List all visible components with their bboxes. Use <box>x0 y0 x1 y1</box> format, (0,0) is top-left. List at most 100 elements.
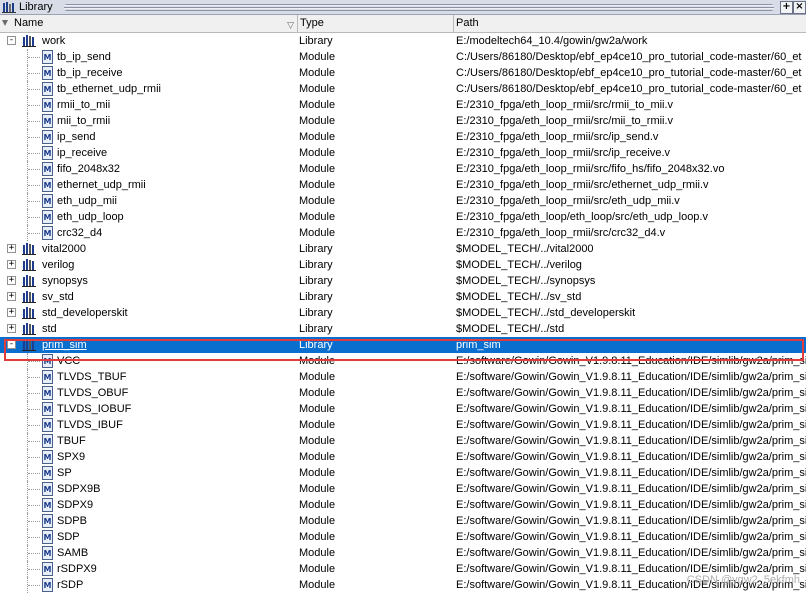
library-row[interactable]: + std_developerskit Library $MODEL_TECH/../… <box>0 305 806 321</box>
type-cell: Module <box>299 387 336 399</box>
expand-icon[interactable]: + <box>7 260 16 269</box>
library-name: prim_sim <box>42 339 87 351</box>
path-cell: E:/software/Gowin/Gowin_V1.9.8.11_Educat… <box>456 531 806 543</box>
name-cell: MrSDPX9 <box>0 561 296 577</box>
module-row[interactable]: M SDP Module E:/software/Gowin/Gowin_V1.9.8… <box>0 529 806 545</box>
type-cell: Library <box>299 339 333 351</box>
library-row[interactable]: + std Library $MODEL_TECH/../std <box>0 321 806 337</box>
module-row[interactable]: Mfifo_2048x32 Module E:/2310_fpga/eth_loop… <box>0 161 806 177</box>
module-row[interactable]: Mip_receive Module E:/2310_fpga/eth_loop_r… <box>0 145 806 161</box>
module-row[interactable]: MrSDPX9 Module E:/software/Gowin/Gowin_V1.… <box>0 561 806 577</box>
column-header-path[interactable]: Path <box>454 15 806 32</box>
library-name: work <box>42 35 66 47</box>
module-row[interactable]: Methernet_udp_rmii Module E:/2310_fpga/eth… <box>0 177 806 193</box>
path-cell: C:/Users/86180/Desktop/ebf_ep4ce10_pro_t… <box>456 83 802 95</box>
library-row[interactable]: + verilog Library $MODEL_TECH/../verilog <box>0 257 806 273</box>
type-cell: Library <box>299 323 333 335</box>
library-icon <box>22 242 37 255</box>
module-name: tb_ethernet_udp_rmii <box>57 83 161 95</box>
expand-icon[interactable]: + <box>7 324 16 333</box>
svg-text:M: M <box>44 149 52 158</box>
module-icon: M <box>42 402 53 416</box>
collapse-icon[interactable]: - <box>7 36 16 45</box>
type-cell: Module <box>299 531 336 543</box>
library-tree[interactable]: - work Library E:/modeltech64_10.4/gowin/gw… <box>0 33 806 593</box>
library-row[interactable]: - prim_sim Library prim_sim <box>0 337 806 353</box>
close-icon[interactable]: × <box>793 1 806 14</box>
expand-icon[interactable]: + <box>7 292 16 301</box>
module-row[interactable]: M TBUF Module E:/software/Gowin/Gowin_V1.9.… <box>0 433 806 449</box>
module-row[interactable]: M SDPX9B Module E:/software/Gowin/Gowin_V1.… <box>0 481 806 497</box>
column-header-type[interactable]: Type <box>298 15 454 32</box>
type-cell: Module <box>299 163 336 175</box>
type-cell: Module <box>299 451 336 463</box>
name-cell: M SDPX9B <box>0 481 296 497</box>
module-icon: M <box>42 98 53 112</box>
module-row[interactable]: Mcrc32_d4 Module E:/2310_fpga/eth_loop_rmi… <box>0 225 806 241</box>
expand-icon[interactable]: + <box>7 308 16 317</box>
module-row[interactable]: Meth_udp_mii Module E:/2310_fpga/eth_loop_… <box>0 193 806 209</box>
collapse-icon[interactable]: - <box>7 340 16 349</box>
module-name: rSDPX9 <box>57 563 97 575</box>
name-cell: Mip_send <box>0 129 296 145</box>
module-icon: M <box>42 498 53 512</box>
module-row[interactable]: M SP Module E:/software/Gowin/Gowin_V1.9.8.… <box>0 465 806 481</box>
svg-text:M: M <box>44 517 52 526</box>
module-icon: M <box>42 354 53 368</box>
name-cell: M VCC <box>0 353 296 369</box>
path-cell: E:/2310_fpga/eth_loop/eth_loop/src/eth_u… <box>456 211 708 223</box>
library-row[interactable]: + vital2000 Library $MODEL_TECH/../vital200… <box>0 241 806 257</box>
type-cell: Module <box>299 179 336 191</box>
library-title-bar[interactable]: Library + × <box>0 0 806 15</box>
name-cell: Mtb_ethernet_udp_rmii <box>0 81 296 97</box>
module-row[interactable]: M SDPB Module E:/software/Gowin/Gowin_V1.9.… <box>0 513 806 529</box>
module-row[interactable]: Mtb_ethernet_udp_rmii Module C:/Users/8618… <box>0 81 806 97</box>
module-icon: M <box>42 434 53 448</box>
module-row[interactable]: Mmii_to_rmii Module E:/2310_fpga/eth_loop_… <box>0 113 806 129</box>
path-cell: E:/software/Gowin/Gowin_V1.9.8.11_Educat… <box>456 419 806 431</box>
module-row[interactable]: M TLVDS_TBUF Module E:/software/Gowin/Gowin… <box>0 369 806 385</box>
module-name: SDPX9 <box>57 499 94 511</box>
library-row[interactable]: + synopsys Library $MODEL_TECH/../synopsys <box>0 273 806 289</box>
svg-text:M: M <box>44 181 52 190</box>
module-row[interactable]: Mtb_ip_send Module C:/Users/86180/Desktop/… <box>0 49 806 65</box>
path-cell: E:/software/Gowin/Gowin_V1.9.8.11_Educat… <box>456 515 806 527</box>
module-row[interactable]: M SAMB Module E:/software/Gowin/Gowin_V1.9.… <box>0 545 806 561</box>
module-row[interactable]: M TLVDS_IOBUF Module E:/software/Gowin/Gowi… <box>0 401 806 417</box>
type-cell: Library <box>299 35 333 47</box>
module-row[interactable]: M SDPX9 Module E:/software/Gowin/Gowin_V1.9… <box>0 497 806 513</box>
path-cell: E:/2310_fpga/eth_loop_rmii/src/fifo_hs/f… <box>456 163 725 175</box>
column-header-name[interactable]: Name ▽ <box>0 15 298 32</box>
module-name: SP <box>57 467 72 479</box>
module-row[interactable]: M VCC Module E:/software/Gowin/Gowin_V1.9.8… <box>0 353 806 369</box>
svg-text:M: M <box>44 101 52 110</box>
module-name: VCC <box>57 355 81 367</box>
module-row[interactable]: Mip_send Module E:/2310_fpga/eth_loop_rmii… <box>0 129 806 145</box>
expand-icon[interactable]: + <box>7 244 16 253</box>
type-cell: Module <box>299 515 336 527</box>
module-row[interactable]: Meth_udp_loop Module E:/2310_fpga/eth_loop… <box>0 209 806 225</box>
library-icon <box>22 274 37 287</box>
module-row[interactable]: M TLVDS_OBUF Module E:/software/Gowin/Gowin… <box>0 385 806 401</box>
module-name: rmii_to_mii <box>57 99 111 111</box>
drag-handle[interactable] <box>64 4 774 11</box>
module-icon: M <box>42 162 53 176</box>
library-row[interactable]: + sv_std Library $MODEL_TECH/../sv_std <box>0 289 806 305</box>
module-row[interactable]: Mtb_ip_receive Module C:/Users/86180/Deskt… <box>0 65 806 81</box>
module-row[interactable]: M TLVDS_IBUF Module E:/software/Gowin/Gowin… <box>0 417 806 433</box>
module-row[interactable]: Mrmii_to_mii Module E:/2310_fpga/eth_loop_… <box>0 97 806 113</box>
name-cell: + synopsys <box>0 273 296 289</box>
module-name: eth_udp_loop <box>57 211 124 223</box>
expand-icon[interactable]: + <box>780 1 793 14</box>
module-name: crc32_d4 <box>57 227 103 239</box>
module-row[interactable]: MrSDP Module E:/software/Gowin/Gowin_V1.9.… <box>0 577 806 593</box>
name-cell: - prim_sim <box>0 337 296 353</box>
library-icon <box>22 322 37 335</box>
name-cell: Meth_udp_loop <box>0 209 296 225</box>
library-row[interactable]: - work Library E:/modeltech64_10.4/gowin/gw… <box>0 33 806 49</box>
expand-icon[interactable]: + <box>7 276 16 285</box>
svg-text:M: M <box>44 453 52 462</box>
path-cell: $MODEL_TECH/../sv_std <box>456 291 582 303</box>
module-name: TLVDS_TBUF <box>57 371 127 383</box>
module-row[interactable]: M SPX9 Module E:/software/Gowin/Gowin_V1.9.… <box>0 449 806 465</box>
